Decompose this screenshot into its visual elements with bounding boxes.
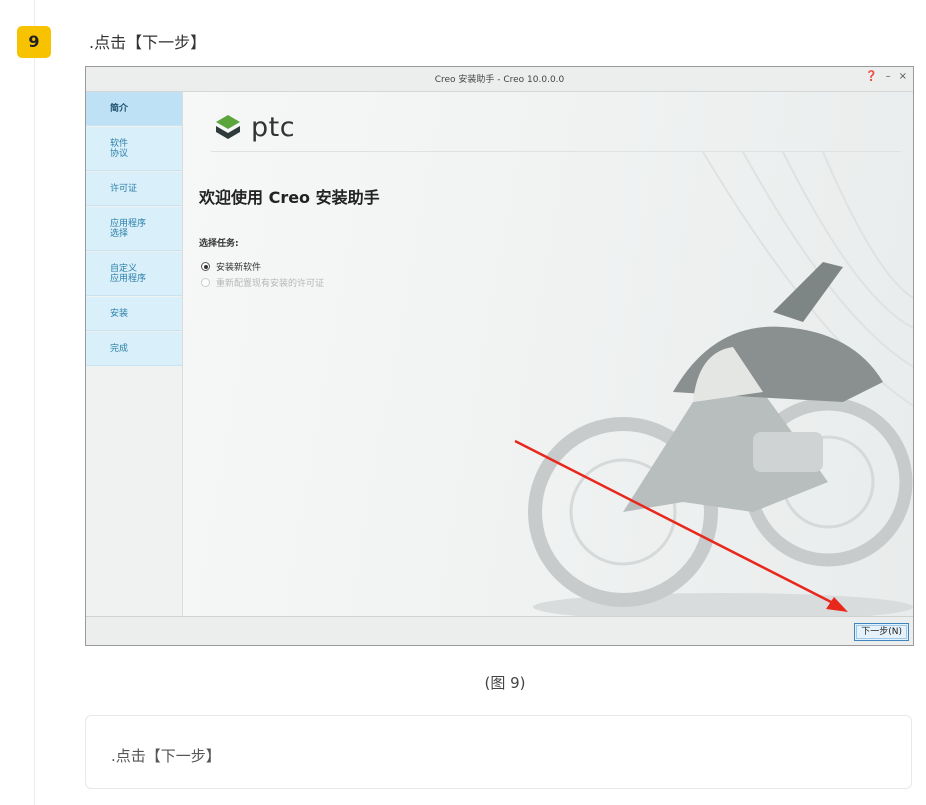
sidebar-item-finish[interactable]: 完成 xyxy=(86,332,182,366)
option-install-new-label: 安装新软件 xyxy=(216,263,262,273)
installer-window: Creo 安装助手 - Creo 10.0.0.0 ❓ – × 简介 软件 协议… xyxy=(85,66,914,646)
sidebar-item-license-agreement[interactable]: 软件 协议 xyxy=(86,127,182,171)
sidebar-item-license[interactable]: 许可证 xyxy=(86,172,182,206)
step-number-badge: 9 xyxy=(17,26,51,58)
minimize-icon[interactable]: – xyxy=(886,71,891,82)
figure-caption: (图 9) xyxy=(484,674,526,692)
sidebar-item-custom-apps[interactable]: 自定义 应用程序 xyxy=(86,252,182,296)
note-box: .点击【下一步】 xyxy=(85,715,912,789)
ptc-logo-icon xyxy=(216,114,240,139)
motorcycle-background-image xyxy=(528,152,913,616)
wizard-sidebar: 简介 软件 协议 许可证 应用程序 选择 自定义 应用程序 安装 完成 xyxy=(86,92,183,616)
help-icon[interactable]: ❓ xyxy=(865,71,877,82)
close-icon[interactable]: × xyxy=(899,71,907,82)
window-titlebar: Creo 安装助手 - Creo 10.0.0.0 ❓ – × xyxy=(86,67,913,92)
welcome-heading: 欢迎使用 Creo 安装助手 xyxy=(199,188,380,207)
logo-divider xyxy=(211,151,901,152)
window-title: Creo 安装助手 - Creo 10.0.0.0 xyxy=(434,75,565,85)
step-title: .点击【下一步】 xyxy=(89,33,207,52)
sidebar-item-intro[interactable]: 简介 xyxy=(86,92,182,126)
ptc-logo-text: ptc xyxy=(251,112,296,143)
wizard-footer: 下一步(N) xyxy=(86,616,913,645)
welcome-panel: ptc 欢迎使用 Creo 安装助手 选择任务: 安装新软件 重新配置现有安装的… xyxy=(183,92,913,616)
task-label: 选择任务: xyxy=(199,239,239,249)
option-install-new[interactable]: 安装新软件 xyxy=(201,260,261,273)
option-reconfigure-license: 重新配置现有安装的许可证 xyxy=(201,276,324,289)
sidebar-item-app-selection[interactable]: 应用程序 选择 xyxy=(86,207,182,251)
next-button[interactable]: 下一步(N) xyxy=(854,623,909,641)
option-reconfigure-license-label: 重新配置现有安装的许可证 xyxy=(216,279,325,289)
note-text: .点击【下一步】 xyxy=(111,747,221,765)
ptc-logo: ptc xyxy=(213,112,295,143)
sidebar-item-install[interactable]: 安装 xyxy=(86,297,182,331)
radio-icon xyxy=(201,278,210,287)
radio-icon[interactable] xyxy=(201,262,210,271)
